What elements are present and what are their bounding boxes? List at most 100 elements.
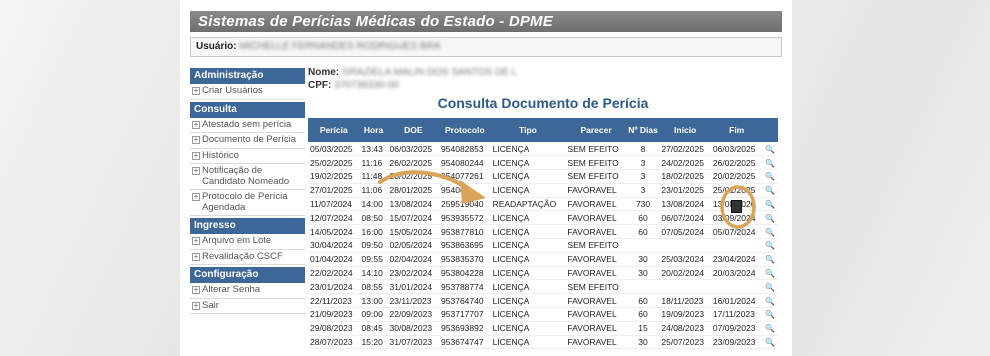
- table-row[interactable]: 29/08/2023 08:45 30/08/2023 953693892 LICENÇ…: [308, 321, 778, 336]
- view-cell: 🔍: [762, 266, 778, 281]
- table-cell: 23/02/2024: [387, 266, 440, 281]
- table-cell: FAVORAVEL: [565, 224, 627, 240]
- magnifier-icon[interactable]: 🔍: [765, 241, 775, 250]
- view-cell: 🔍: [762, 279, 778, 295]
- table-cell: 07/09/2023: [710, 321, 763, 336]
- table-cell: 19/02/2025: [308, 169, 360, 184]
- table-cell: FAVORAVEL: [565, 266, 627, 281]
- table-cell: 09:55: [359, 252, 388, 267]
- table-row[interactable]: 01/04/2024 09:55 02/04/2024 953835370 LICENÇ…: [308, 252, 778, 267]
- magnifier-icon[interactable]: 🔍: [765, 228, 775, 237]
- table-row[interactable]: 30/04/2024 09:50 02/05/2024 953863695 LICENÇ…: [308, 238, 778, 253]
- document-icon[interactable]: [731, 200, 742, 213]
- table-cell: 06/03/2025: [387, 142, 440, 157]
- user-name: MICHELLE FERNANDES RODRIGUES BRA: [239, 41, 441, 52]
- table-cell: FAVORAVEL: [565, 197, 627, 212]
- table-cell: LICENÇA: [490, 321, 566, 336]
- magnifier-icon[interactable]: 🔍: [765, 186, 775, 195]
- table-row[interactable]: 22/11/2023 13:00 23/11/2023 953764740 LICENÇ…: [308, 293, 778, 309]
- magnifier-icon[interactable]: 🔍: [765, 269, 775, 278]
- table-cell: 31/07/2023: [387, 335, 440, 350]
- table-row[interactable]: 11/07/2024 14:00 13/08/2024 259519040 READAP…: [308, 197, 778, 212]
- sidebar-item[interactable]: + Revalidação CSCF: [190, 250, 305, 265]
- table-cell: 954080244: [439, 155, 491, 171]
- view-cell: 🔍: [762, 142, 778, 157]
- table-cell: 13/08/2024: [387, 197, 440, 212]
- table-cell: 23/09/2023: [710, 335, 763, 350]
- table-row[interactable]: 19/02/2025 11:48 20/02/2025 954077261 LICENÇ…: [308, 169, 778, 184]
- sidebar-item[interactable]: + Arquivo em Lote: [190, 234, 305, 250]
- magnifier-icon[interactable]: 🔍: [765, 159, 775, 168]
- table-row[interactable]: 23/01/2024 08:55 31/01/2024 953788774 LICENÇ…: [308, 279, 778, 295]
- table-cell: 14:00: [359, 197, 388, 212]
- expand-icon: +: [192, 300, 200, 310]
- column-header: Início: [659, 118, 711, 142]
- table-cell: 30/08/2023: [387, 321, 440, 336]
- table-cell: 3: [626, 183, 660, 198]
- table-cell: LICENÇA: [490, 183, 566, 198]
- sidebar-item-label: Documento de Perícia: [202, 134, 296, 145]
- table-cell: 25/02/2025: [308, 155, 360, 171]
- magnifier-icon[interactable]: 🔍: [765, 283, 775, 292]
- table-cell: 953788774: [439, 279, 491, 295]
- sidebar-item-label: Protocolo de Perícia Agendada: [202, 191, 288, 213]
- table-cell: 25/03/2024: [659, 252, 711, 267]
- table-cell: SEM EFEITO: [565, 169, 627, 184]
- sidebar-item[interactable]: + Notificação de Candidato Nomeado: [190, 164, 305, 190]
- table-row[interactable]: 14/05/2024 16:00 15/05/2024 953877810 LICENÇ…: [308, 224, 778, 240]
- expand-icon: +: [192, 150, 200, 160]
- table-cell: FAVORAVEL: [565, 321, 627, 336]
- table-row[interactable]: 28/07/2023 15:20 31/07/2023 953674747 LICENÇ…: [308, 335, 778, 350]
- column-header: [762, 118, 778, 142]
- sidebar-item[interactable]: + Documento de Perícia: [190, 133, 305, 149]
- table-cell: [659, 279, 711, 295]
- table-cell: 15/07/2024: [387, 210, 440, 226]
- magnifier-icon[interactable]: 🔍: [765, 200, 775, 209]
- table-cell: FAVORAVEL: [565, 252, 627, 267]
- table-cell: 13:00: [359, 293, 388, 309]
- magnifier-icon[interactable]: 🔍: [765, 324, 775, 333]
- magnifier-icon[interactable]: 🔍: [765, 214, 775, 223]
- magnifier-icon[interactable]: 🔍: [765, 145, 775, 154]
- table-row[interactable]: 21/09/2023 09:00 22/09/2023 953717707 LICENÇ…: [308, 307, 778, 322]
- column-header: Nº Dias: [626, 118, 660, 142]
- magnifier-icon[interactable]: 🔍: [765, 172, 775, 181]
- table-cell: 13/08/2024: [659, 197, 711, 212]
- magnifier-icon[interactable]: 🔍: [765, 255, 775, 264]
- sidebar-item[interactable]: + Alterar Senha: [190, 283, 305, 299]
- table-row[interactable]: 05/03/2025 13:43 06/03/2025 954082853 LICENÇ…: [308, 142, 778, 157]
- table-cell: FAVORAVEL: [565, 307, 627, 322]
- sidebar-item[interactable]: + Atestado sem perícia: [190, 118, 305, 133]
- view-cell: 🔍: [762, 155, 778, 171]
- sidebar-item[interactable]: + Sair: [190, 299, 305, 314]
- name-label: Nome:: [308, 67, 340, 78]
- table-cell: 953693892: [439, 321, 491, 336]
- table-cell: 05/03/2025: [308, 142, 360, 157]
- table-cell: 03/09/2024: [710, 210, 763, 226]
- table-cell: [659, 238, 711, 253]
- column-header: Perícia: [308, 118, 360, 142]
- table-cell: LICENÇA: [490, 210, 566, 226]
- table-row[interactable]: 27/01/2025 11:06 28/01/2025 954063 LICENÇA FA…: [308, 183, 778, 198]
- table-cell: 15/05/2024: [387, 224, 440, 240]
- table-cell: SEM EFEITO: [565, 238, 627, 253]
- table-cell: 12/07/2024: [308, 210, 360, 226]
- sidebar-item[interactable]: + Protocolo de Perícia Agendada: [190, 190, 305, 216]
- table-cell: 14/05/2024: [308, 224, 360, 240]
- table-row[interactable]: 22/02/2024 14:10 23/02/2024 953804228 LICENÇ…: [308, 266, 778, 281]
- table-row[interactable]: 25/02/2025 11:16 26/02/2025 954080244 LICENÇ…: [308, 155, 778, 171]
- table-cell: 22/02/2024: [308, 266, 360, 281]
- magnifier-icon[interactable]: 🔍: [765, 338, 775, 347]
- table-cell: 18/02/2025: [659, 169, 711, 184]
- view-cell: 🔍: [762, 252, 778, 267]
- magnifier-icon[interactable]: 🔍: [765, 297, 775, 306]
- person-name-line: Nome: GRAZIELA MALIN DOS SANTOS DE L: [308, 66, 778, 79]
- table-cell: LICENÇA: [490, 307, 566, 322]
- table-cell: LICENÇA: [490, 169, 566, 184]
- table-cell: 16/01/2024: [710, 293, 763, 309]
- magnifier-icon[interactable]: 🔍: [765, 310, 775, 319]
- table-row[interactable]: 12/07/2024 08:50 15/07/2024 953935572 LICENÇ…: [308, 210, 778, 226]
- sidebar-item[interactable]: + Histórico: [190, 149, 305, 164]
- sidebar-item[interactable]: + Criar Usuários: [190, 84, 305, 100]
- sidebar-item-label: Notificação de Candidato Nomeado: [202, 165, 290, 187]
